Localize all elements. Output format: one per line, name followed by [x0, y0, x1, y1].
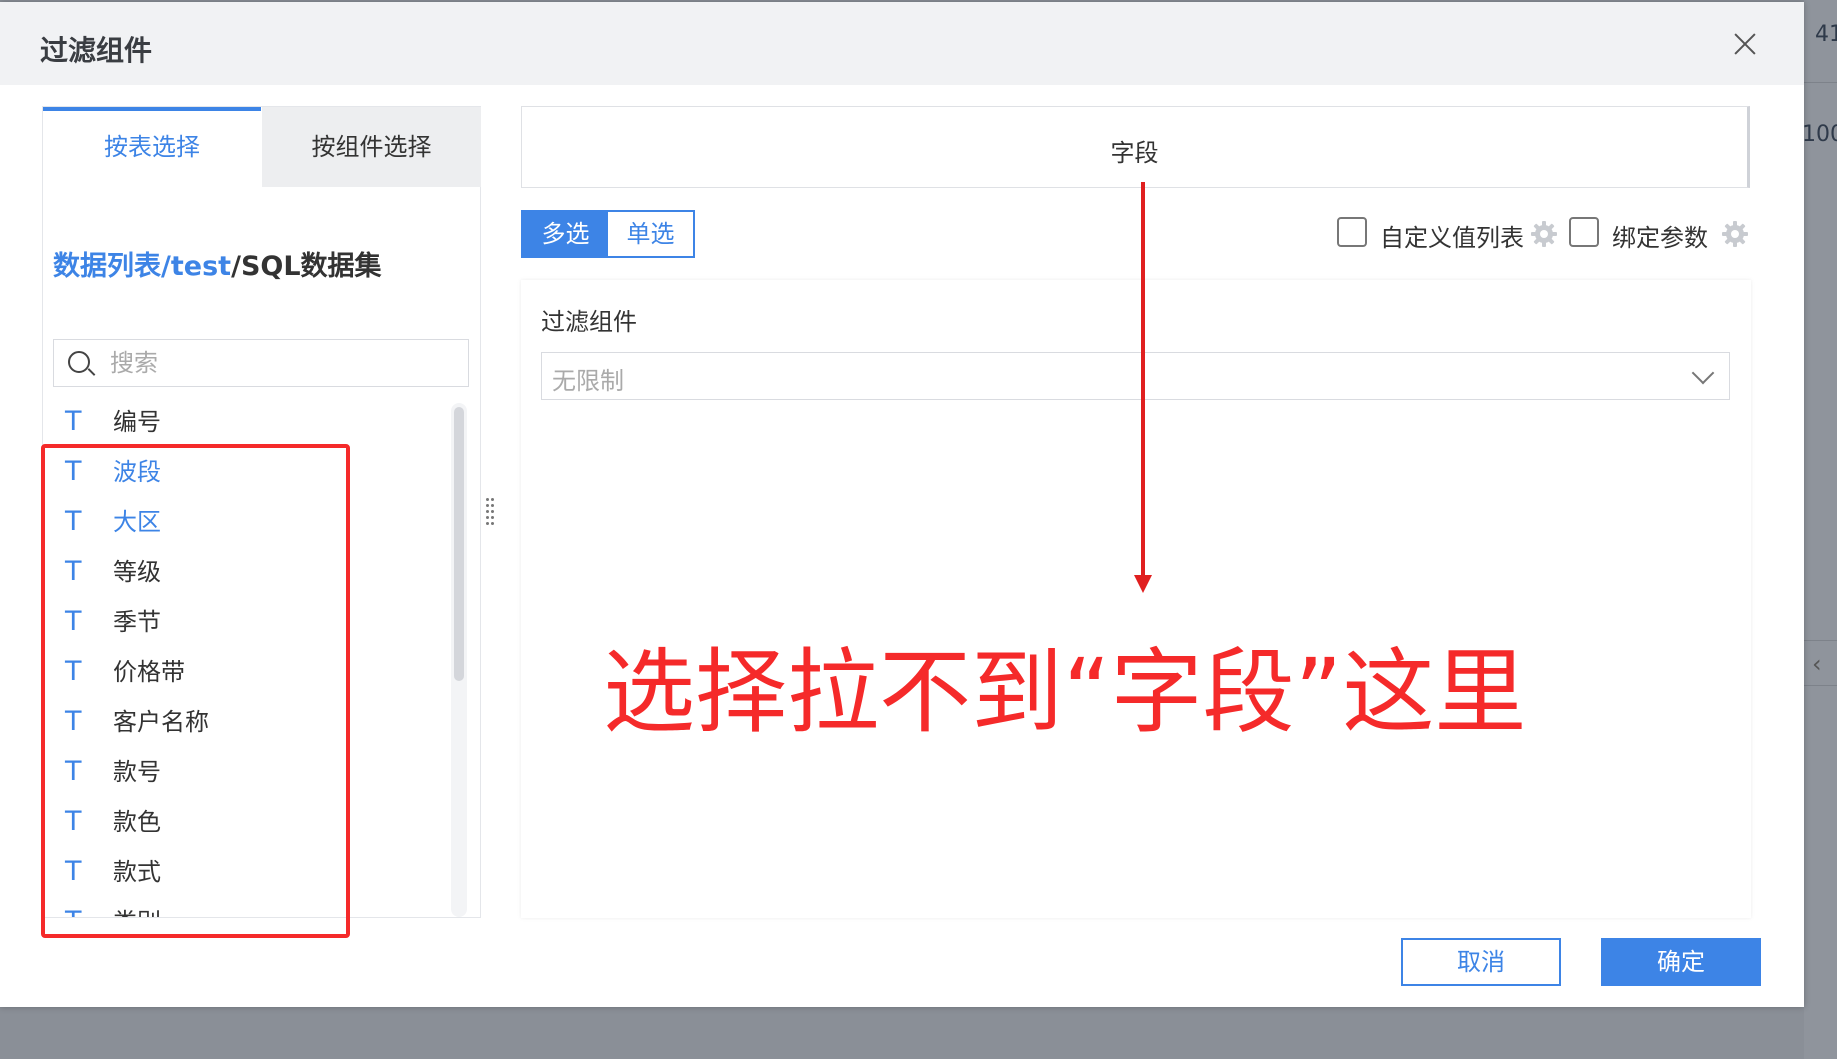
filter-settings-area: 过滤组件 无限制 — [521, 280, 1751, 918]
background-divider — [1804, 685, 1837, 686]
search-input[interactable] — [110, 344, 460, 382]
gear-icon[interactable] — [1721, 220, 1749, 248]
breadcrumb-separator: / — [231, 251, 241, 282]
dialog-header: 过滤组件 — [0, 2, 1804, 85]
custom-value-list-checkbox[interactable] — [1337, 217, 1367, 247]
bind-parameter-checkbox[interactable] — [1569, 217, 1599, 247]
background-cell-text: 41 — [1815, 22, 1837, 47]
search-box — [53, 339, 469, 387]
breadcrumb: 数据列表/test/SQL数据集 — [53, 244, 382, 283]
field-drop-label: 字段 — [1110, 139, 1159, 167]
single-select-button[interactable]: 单选 — [608, 212, 693, 256]
filter-component-value: 无限制 — [552, 367, 624, 395]
background-divider — [1804, 82, 1837, 83]
background-cell-text: 100 — [1802, 122, 1837, 147]
search-icon — [68, 351, 90, 373]
dialog-title: 过滤组件 — [40, 34, 153, 67]
breadcrumb-data-list[interactable]: 数据列表 — [53, 251, 161, 282]
gear-icon[interactable] — [1530, 220, 1558, 248]
annotation-arrow-line — [1141, 182, 1145, 580]
bind-parameter-label: 绑定参数 — [1612, 224, 1708, 252]
confirm-button[interactable]: 确定 — [1601, 938, 1761, 986]
annotation-text: 选择拉不到“字段”这里 — [603, 639, 1527, 746]
breadcrumb-separator: / — [161, 251, 171, 282]
annotation-arrow-head — [1134, 575, 1152, 593]
tab-select-by-table[interactable]: 按表选择 — [43, 107, 261, 187]
cancel-button[interactable]: 取消 — [1401, 938, 1561, 986]
selection-mode-toggle: 多选 单选 — [521, 210, 695, 258]
custom-value-list-label: 自定义值列表 — [1380, 224, 1524, 252]
tab-select-by-component[interactable]: 按组件选择 — [262, 107, 481, 187]
breadcrumb-test[interactable]: test — [171, 251, 231, 282]
filter-component-label: 过滤组件 — [541, 308, 637, 336]
breadcrumb-current-dataset: SQL数据集 — [240, 251, 382, 282]
multi-select-button[interactable]: 多选 — [523, 212, 608, 256]
background-strip — [1804, 0, 1837, 1059]
list-item[interactable]: T 编号 — [43, 397, 443, 447]
field-list-scrollbar-thumb[interactable] — [454, 407, 464, 681]
chevron-down-icon — [1691, 361, 1715, 385]
filter-component-select[interactable]: 无限制 — [541, 352, 1730, 400]
field-label: 编号 — [113, 408, 161, 436]
chevron-left-icon[interactable]: ‹ — [1812, 650, 1822, 678]
field-drop-zone[interactable]: 字段 — [521, 106, 1750, 188]
close-icon[interactable] — [1733, 32, 1757, 56]
annotation-highlight-box — [41, 444, 350, 938]
panel-resize-handle[interactable] — [486, 498, 496, 526]
text-type-icon: T — [65, 406, 82, 437]
background-divider — [1804, 640, 1837, 641]
